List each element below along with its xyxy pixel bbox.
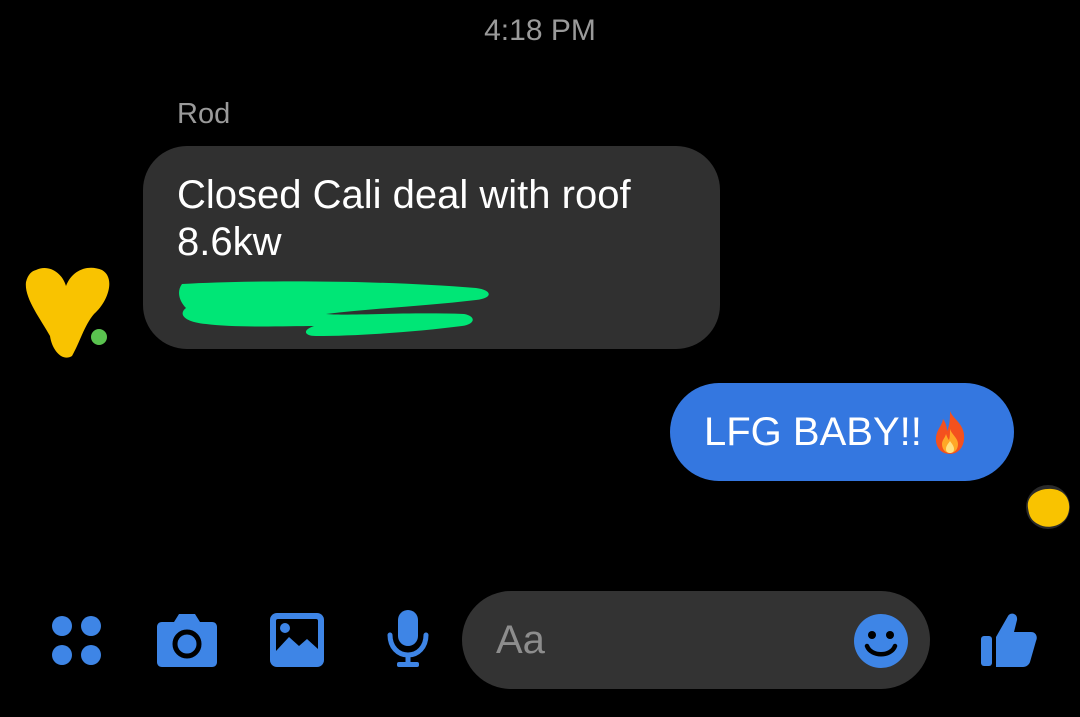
gallery-icon[interactable] xyxy=(269,612,325,668)
thumbs-up-icon[interactable] xyxy=(980,610,1038,668)
message-input-placeholder: Aa xyxy=(496,618,545,662)
message-timestamp: 4:18 PM xyxy=(484,14,596,47)
outgoing-message-text: LFG BABY!! xyxy=(704,409,922,454)
microphone-icon[interactable] xyxy=(385,608,431,668)
camera-icon[interactable] xyxy=(156,612,218,668)
sender-avatar[interactable] xyxy=(22,262,114,362)
redaction-scribble xyxy=(179,281,489,336)
outgoing-message-bubble[interactable]: LFG BABY!! xyxy=(670,383,1014,481)
seen-receipt-avatar xyxy=(1026,485,1070,529)
sender-name: Rod xyxy=(177,98,231,130)
fire-icon xyxy=(935,411,964,454)
menu-dots-icon[interactable] xyxy=(50,614,104,668)
online-status-dot xyxy=(88,326,110,348)
message-line-1: Closed Cali deal with roof xyxy=(177,173,631,217)
emoji-icon[interactable] xyxy=(853,613,909,669)
message-line-2: 8.6kw xyxy=(177,220,282,264)
